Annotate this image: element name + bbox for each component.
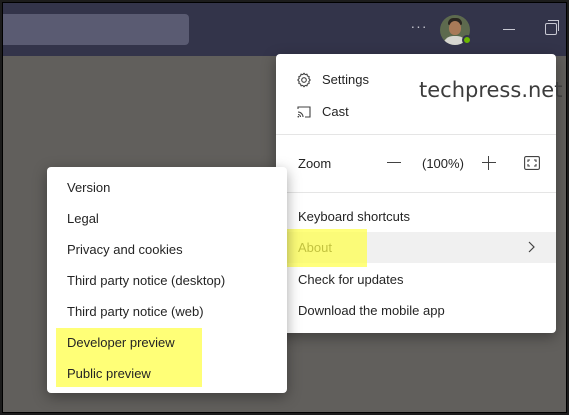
menu-item-cast[interactable]: Cast	[276, 96, 556, 127]
restore-button[interactable]	[545, 20, 559, 35]
submenu-item-public-preview[interactable]: Public preview	[67, 358, 151, 389]
divider	[276, 192, 556, 193]
title-bar: ···	[3, 3, 566, 56]
menu-item-label: About	[298, 240, 332, 255]
menu-item-label: Settings	[322, 72, 369, 87]
presence-status-icon	[462, 35, 472, 45]
menu-item-keyboard-shortcuts[interactable]: Keyboard shortcuts	[276, 201, 556, 232]
minus-icon[interactable]	[387, 162, 401, 163]
more-options-button[interactable]: ···	[408, 18, 430, 38]
submenu-item-privacy[interactable]: Privacy and cookies	[67, 234, 183, 265]
profile-menu: techpress.net Settings Cast Zoom (100%)	[276, 54, 562, 333]
submenu-item-developer-preview[interactable]: Developer preview	[67, 327, 175, 358]
chevron-right-icon	[528, 241, 535, 253]
gear-icon	[297, 72, 311, 88]
menu-item-label: Download the mobile app	[298, 303, 445, 318]
submenu-item-third-party-web[interactable]: Third party notice (web)	[67, 296, 204, 327]
zoom-control: Zoom (100%)	[276, 148, 556, 178]
menu-item-label: Keyboard shortcuts	[298, 209, 411, 224]
menu-item-label: Check for updates	[298, 272, 404, 287]
plus-icon[interactable]	[482, 156, 496, 170]
about-submenu: Version Legal Privacy and cookies Third …	[47, 167, 287, 393]
submenu-item-third-party-desktop[interactable]: Third party notice (desktop)	[67, 265, 225, 296]
minimize-button[interactable]	[503, 29, 515, 30]
search-input[interactable]	[3, 14, 189, 45]
menu-item-settings[interactable]: Settings	[276, 64, 556, 95]
divider	[276, 134, 556, 135]
menu-item-label: Cast	[322, 104, 349, 119]
zoom-label: Zoom	[298, 156, 332, 171]
app-window: ··· techpress.net Settings Cast Zoom (10…	[2, 2, 567, 413]
zoom-value: (100%)	[422, 156, 464, 171]
fullscreen-icon[interactable]	[524, 156, 540, 170]
cast-icon	[297, 106, 311, 118]
menu-item-download-mobile[interactable]: Download the mobile app	[276, 295, 556, 326]
submenu-item-version[interactable]: Version	[67, 172, 110, 203]
submenu-item-legal[interactable]: Legal	[67, 203, 99, 234]
menu-item-about[interactable]: About	[276, 232, 556, 263]
avatar-face	[449, 21, 461, 35]
menu-item-check-updates[interactable]: Check for updates	[276, 264, 556, 295]
